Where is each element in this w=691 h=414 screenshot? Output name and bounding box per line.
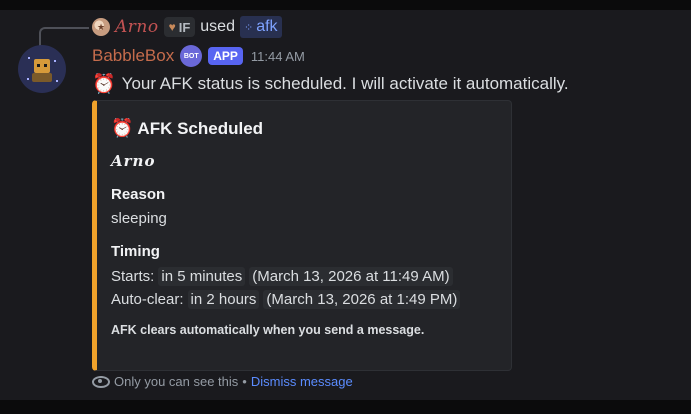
autoclear-relative-timestamp[interactable]: in 2 hours — [187, 290, 260, 309]
embed-user-name: Arno — [111, 152, 156, 170]
robot-eye — [44, 64, 47, 67]
starts-label: Starts: — [111, 268, 155, 285]
bot-verified-badge: BOT — [180, 45, 203, 67]
reply-username[interactable]: Arno — [115, 17, 159, 37]
alarm-clock-icon: ⏰ — [111, 118, 134, 138]
avatar-sparkle — [27, 78, 29, 80]
robot-body — [32, 73, 52, 82]
ephemeral-text: Only you can see this — [114, 374, 239, 389]
starts-relative-timestamp[interactable]: in 5 minutes — [158, 267, 246, 286]
timing-label: Timing — [111, 243, 160, 260]
autoclear-absolute-text: March 13, 2026 at 1:49 PM — [271, 291, 453, 308]
heart-icon: ♥ — [168, 20, 176, 34]
robot-eye — [37, 64, 40, 67]
embed-footnote: AFK clears automatically when you send a… — [111, 323, 425, 337]
embed-title-text: AFK Scheduled — [137, 118, 264, 138]
avatar-sparkle — [54, 60, 56, 62]
dismiss-message-link[interactable]: Dismiss message — [251, 374, 353, 389]
autoclear-absolute-timestamp[interactable]: (March 13, 2026 at 1:49 PM) — [263, 290, 461, 309]
bottom-divider — [0, 400, 691, 414]
avatar-sparkle — [28, 57, 30, 59]
ephemeral-separator: • — [242, 374, 247, 389]
guild-tag[interactable]: ♥ IF — [163, 17, 196, 37]
command-mention[interactable]: ⁘ afk — [239, 16, 282, 38]
bot-avatar[interactable] — [18, 45, 66, 93]
avatar-sparkle — [56, 80, 58, 82]
reply-avatar[interactable]: ★ — [92, 18, 110, 36]
message-content: ⏰ Your AFK status is scheduled. I will a… — [92, 72, 569, 96]
autoclear-row: Auto-clear: in 2 hours (March 13, 2026 a… — [111, 290, 461, 309]
bot-username[interactable]: BabbleBox — [92, 46, 174, 66]
message-timestamp[interactable]: 11:44 AM — [251, 49, 305, 64]
slash-command-icon: ⁘ — [243, 21, 254, 34]
guild-tag-label: IF — [178, 19, 191, 35]
app-badge: APP — [208, 47, 243, 65]
command-reply-line[interactable]: ★ Arno ♥ IF used ⁘ afk — [92, 16, 282, 38]
embed-card: ⏰ AFK Scheduled Arno Reason sleeping Tim… — [92, 100, 512, 371]
ephemeral-notice: Only you can see this • Dismiss message — [92, 374, 353, 389]
top-divider — [0, 0, 691, 10]
alarm-clock-icon: ⏰ — [92, 74, 116, 95]
bot-message: ★ Arno ♥ IF used ⁘ afk BabbleBox BOT APP… — [0, 10, 691, 400]
embed-title: ⏰ AFK Scheduled — [111, 118, 263, 139]
autoclear-label: Auto-clear: — [111, 291, 184, 308]
reason-text: sleeping — [111, 210, 167, 227]
message-text: Your AFK status is scheduled. I will act… — [121, 74, 569, 93]
starts-absolute-text: March 13, 2026 at 11:49 AM — [257, 268, 445, 285]
reason-label: Reason — [111, 186, 166, 203]
message-header: BabbleBox BOT APP 11:44 AM — [92, 45, 305, 67]
used-text: used — [200, 18, 235, 35]
reason-value: sleeping — [111, 210, 167, 227]
eye-icon — [92, 375, 110, 388]
command-name: afk — [256, 18, 278, 35]
starts-row: Starts: in 5 minutes (March 13, 2026 at … — [111, 267, 453, 286]
starts-absolute-timestamp[interactable]: (March 13, 2026 at 11:49 AM) — [249, 267, 453, 286]
